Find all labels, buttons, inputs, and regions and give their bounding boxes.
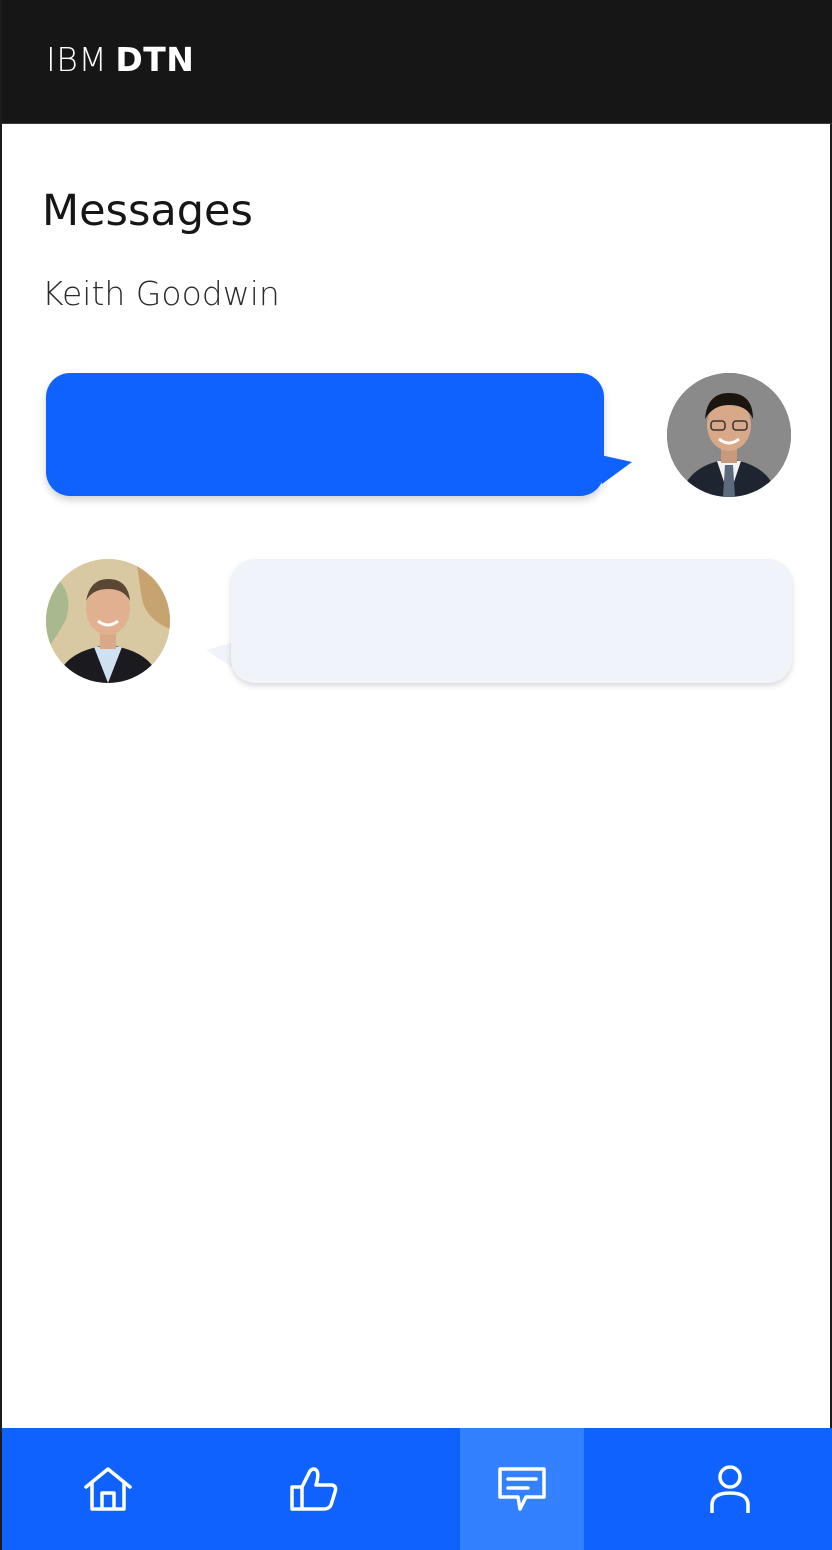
nav-home[interactable] [52,1428,164,1550]
user-avatar[interactable] [667,373,791,497]
user-icon [710,1465,750,1513]
contact-avatar[interactable] [46,559,170,683]
nav-profile[interactable] [674,1428,786,1550]
top-bar: IBM DTN [2,0,832,124]
page-title: Messages [42,186,253,236]
nav-messages[interactable] [460,1428,584,1550]
brand-prefix: IBM [46,40,108,79]
bottom-navigation [2,1428,832,1550]
app-frame: IBM DTN Messages Keith Goodwin [0,0,832,1550]
incoming-message-bubble[interactable] [231,559,792,683]
conversation-contact-name: Keith Goodwin [42,274,280,313]
home-icon [84,1467,132,1511]
chat-icon [498,1467,546,1511]
outgoing-message-bubble[interactable] [46,373,604,496]
app-logo[interactable]: IBM DTN [46,40,194,79]
outgoing-bubble-tail [596,454,632,484]
brand-name: DTN [115,40,195,79]
thumbs-up-icon [290,1467,338,1511]
nav-recommendations[interactable] [258,1428,370,1550]
